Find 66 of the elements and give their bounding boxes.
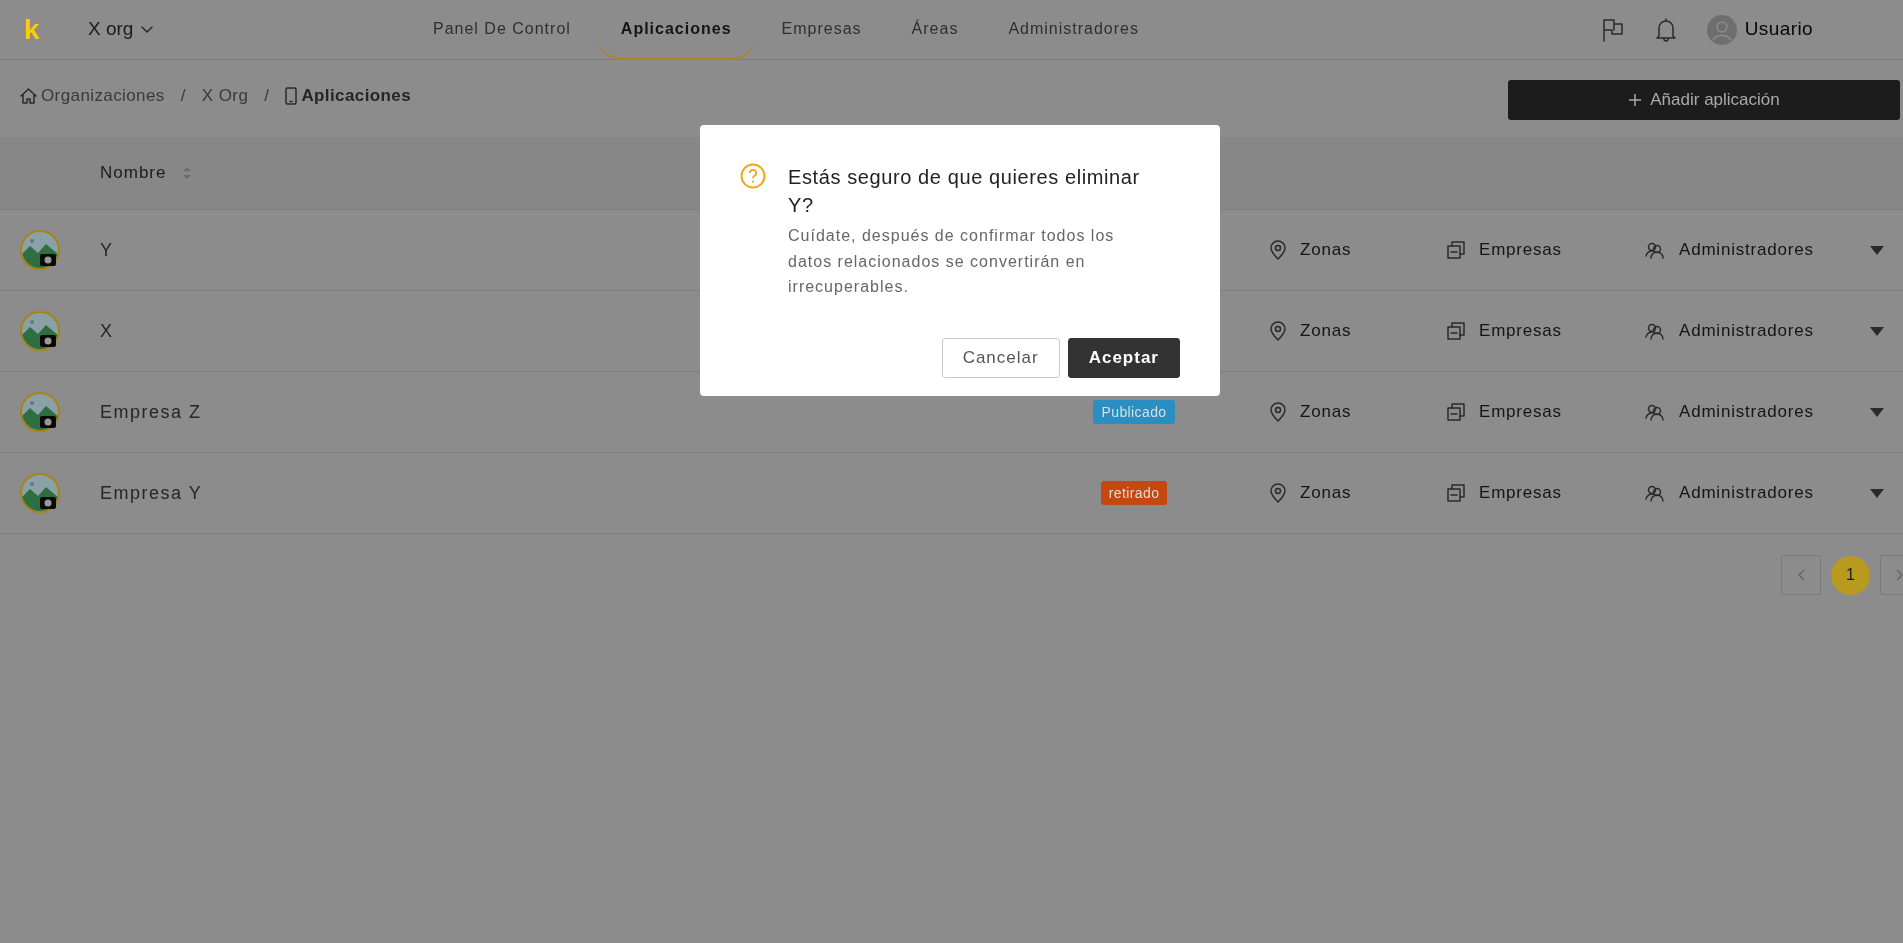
app-name: Y <box>100 239 114 260</box>
phone-icon <box>285 86 298 105</box>
accept-button[interactable]: Aceptar <box>1067 337 1180 378</box>
row-link[interactable]: Empresas <box>1479 399 1562 425</box>
row-link[interactable]: Empresas <box>1479 318 1562 344</box>
breadcrumb-separator: / <box>180 85 186 107</box>
app-name: Empresa Y <box>100 482 203 503</box>
row-link[interactable]: Administradores <box>1679 399 1814 425</box>
chevron-left-icon <box>1797 569 1805 581</box>
breadcrumb-link[interactable]: Organizaciones <box>41 83 165 109</box>
landscape-camera-icon <box>20 311 60 351</box>
column-header[interactable]: Nombre <box>100 160 167 186</box>
add-button[interactable]: Añadir aplicación <box>1508 80 1900 120</box>
app-name: X <box>100 320 114 341</box>
location-pin-icon <box>1270 240 1286 260</box>
flag-icon[interactable] <box>1600 17 1625 42</box>
page-button[interactable]: 1 <box>1831 555 1870 595</box>
app-name: Empresa Z <box>100 401 202 422</box>
org-dropdown[interactable]: X org <box>88 15 408 44</box>
row-link[interactable]: Administradores <box>1679 318 1814 344</box>
home-icon <box>20 87 37 104</box>
nav-tab[interactable]: Administradores <box>983 0 1164 60</box>
question-icon <box>740 163 766 189</box>
caret-icon[interactable] <box>1870 408 1884 418</box>
location-pin-icon <box>1270 402 1286 422</box>
row-link[interactable]: Zonas <box>1300 237 1352 263</box>
plus-icon <box>1628 93 1643 107</box>
location-pin-icon <box>1270 483 1286 503</box>
stacked-squares-icon <box>1447 403 1465 421</box>
landscape-camera-icon <box>20 230 60 270</box>
logo: k <box>23 15 41 44</box>
landscape-camera-icon <box>20 473 60 513</box>
chevron-down-icon <box>141 25 154 34</box>
breadcrumb-separator: / <box>264 85 270 107</box>
landscape-camera-icon <box>20 392 60 432</box>
caret-icon[interactable] <box>1870 246 1884 256</box>
location-pin-icon <box>1270 321 1286 341</box>
caret-icon[interactable] <box>1870 489 1884 499</box>
cancel-button[interactable]: Cancelar <box>941 337 1060 378</box>
users-icon <box>1645 322 1665 340</box>
row-link[interactable]: Administradores <box>1679 237 1814 263</box>
chevron-right-icon <box>1896 569 1903 581</box>
row-link[interactable]: Empresas <box>1479 480 1562 506</box>
stacked-squares-icon <box>1447 322 1465 340</box>
row-link[interactable]: Administradores <box>1679 480 1814 506</box>
dialog-title: Estás seguro de que quieres eliminar Y? <box>788 165 1141 218</box>
stacked-squares-icon <box>1447 484 1465 502</box>
nav-tab[interactable]: Panel De Control <box>408 0 596 60</box>
user-name[interactable]: Usuario <box>1744 15 1813 44</box>
status-badge: retirado <box>1100 481 1168 505</box>
breadcrumb-link[interactable]: X Org <box>201 83 249 109</box>
users-icon <box>1645 403 1665 421</box>
users-icon <box>1645 484 1665 502</box>
nav-tab[interactable]: Áreas <box>886 0 984 60</box>
nav-tab[interactable]: Empresas <box>756 0 887 60</box>
row-link[interactable]: Empresas <box>1479 237 1562 263</box>
row-link[interactable]: Zonas <box>1300 318 1352 344</box>
status-badge: Publicado <box>1093 400 1175 424</box>
stacked-squares-icon <box>1447 241 1465 259</box>
caret-icon[interactable] <box>1870 327 1884 337</box>
row-link[interactable]: Zonas <box>1300 399 1352 425</box>
dialog-message: Cuídate, después de confirmar todos los datos relacionados se convertirán en irrecuperables. <box>788 226 1116 298</box>
row-link[interactable]: Zonas <box>1300 480 1352 506</box>
nav-tab[interactable]: Aplicaciones <box>595 0 757 60</box>
bell-icon[interactable] <box>1654 17 1677 42</box>
users-icon <box>1645 241 1665 259</box>
